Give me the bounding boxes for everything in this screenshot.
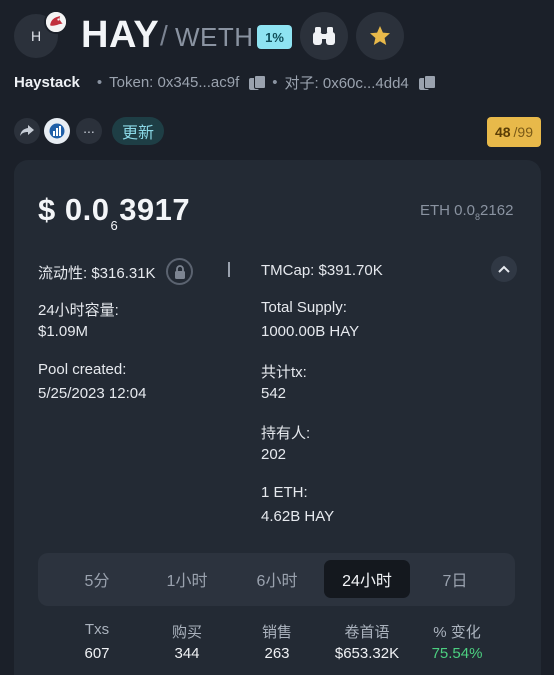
quote-symbol: WETH [175, 22, 254, 52]
collapse-button[interactable] [491, 256, 517, 282]
stat-value-buys: 344 [174, 645, 200, 662]
eth-price-zero-count: 8 [475, 212, 481, 222]
stat-value-change: 75.54% [431, 645, 483, 662]
tx-count-value: 542 [261, 385, 287, 402]
tab-24h[interactable]: 24小时 [324, 560, 410, 598]
stat-header-sells: 销售 [261, 624, 292, 641]
holders-value: 202 [261, 446, 287, 463]
more-label: ... [83, 120, 95, 136]
tab-5m[interactable]: 5分 [62, 560, 132, 598]
score-total: /99 [513, 124, 534, 140]
eth-price-prefix: ETH 0.0 [420, 202, 476, 219]
bar-chart-icon [49, 123, 65, 139]
pair-separator: / [160, 20, 168, 51]
divider [228, 262, 230, 277]
eth-price-tail: 2162 [480, 202, 514, 219]
token-info-line: Haystack • Token: 0x345...ac9f • 对子: 0x6… [14, 72, 436, 93]
separator-dot: • [96, 74, 103, 91]
binoculars-icon [313, 27, 335, 45]
timeframe-tabs: 5分 1小时 6小时 24小时 7日 [38, 553, 515, 606]
tmcap: TMCap: $391.70K [261, 262, 383, 279]
copy-pair-icon[interactable] [418, 74, 436, 91]
separator-dot: • [272, 74, 278, 91]
chain-badge-icon [44, 10, 68, 34]
supply-value: 1000.00B HAY [261, 323, 360, 340]
stat-value-txs: 607 [84, 645, 110, 662]
stat-header-volume: 卷首语 [344, 624, 390, 641]
share-icon [20, 125, 34, 136]
token-address: Token: 0x345...ac9f [109, 74, 240, 91]
stat-header-change: % 变化 [433, 624, 481, 641]
eth-price: ETH 0.082162 [420, 202, 514, 222]
tab-7d[interactable]: 7日 [422, 560, 488, 598]
lock-icon[interactable] [166, 258, 193, 285]
eth-rate-value: 4.62B HAY [261, 508, 335, 525]
favorite-button[interactable] [356, 12, 404, 60]
usd-price-prefix: $ 0.0 [38, 192, 110, 227]
token-name: Haystack [14, 74, 80, 91]
update-button[interactable]: 更新 [112, 117, 165, 145]
volume-value: $1.09M [38, 323, 89, 340]
stat-value-sells: 263 [264, 645, 290, 662]
avatar-letter: H [30, 28, 42, 44]
volume-label: 24小时容量: [38, 302, 119, 319]
stat-header-txs: Txs [84, 621, 110, 638]
liquidity: 流动性: $316.31K [38, 265, 156, 282]
eth-rate-label: 1 ETH: [261, 484, 308, 501]
more-button[interactable]: ... [76, 118, 102, 144]
usd-price-zero-count: 6 [110, 218, 119, 233]
stat-header-buys: 购买 [171, 624, 202, 641]
tx-count-label: 共计tx: [261, 364, 307, 381]
pool-created-value: 5/25/2023 12:04 [38, 385, 147, 402]
holders-label: 持有人: [261, 425, 311, 442]
star-icon [370, 26, 390, 45]
usd-price-tail: 3917 [119, 192, 191, 227]
pair-address: 对子: 0x60c...4dd4 [284, 75, 409, 92]
stat-value-volume: $653.32K [334, 645, 400, 662]
tab-1h[interactable]: 1小时 [152, 560, 222, 598]
supply-label: Total Supply: [261, 299, 347, 316]
share-button[interactable] [14, 118, 40, 144]
tab-6h[interactable]: 6小时 [241, 560, 313, 598]
compare-button[interactable] [300, 12, 348, 60]
score-badge: 48 /99 [487, 117, 541, 147]
usd-price: $ 0.063917 [38, 192, 191, 233]
chevron-up-icon [498, 265, 510, 273]
score-value: 48 [494, 124, 511, 140]
pool-created-label: Pool created: [38, 361, 127, 378]
fee-badge: 1% [257, 25, 292, 49]
chart-link-button[interactable] [44, 118, 70, 144]
base-symbol: HAY [81, 14, 160, 56]
copy-token-icon[interactable] [249, 74, 267, 91]
